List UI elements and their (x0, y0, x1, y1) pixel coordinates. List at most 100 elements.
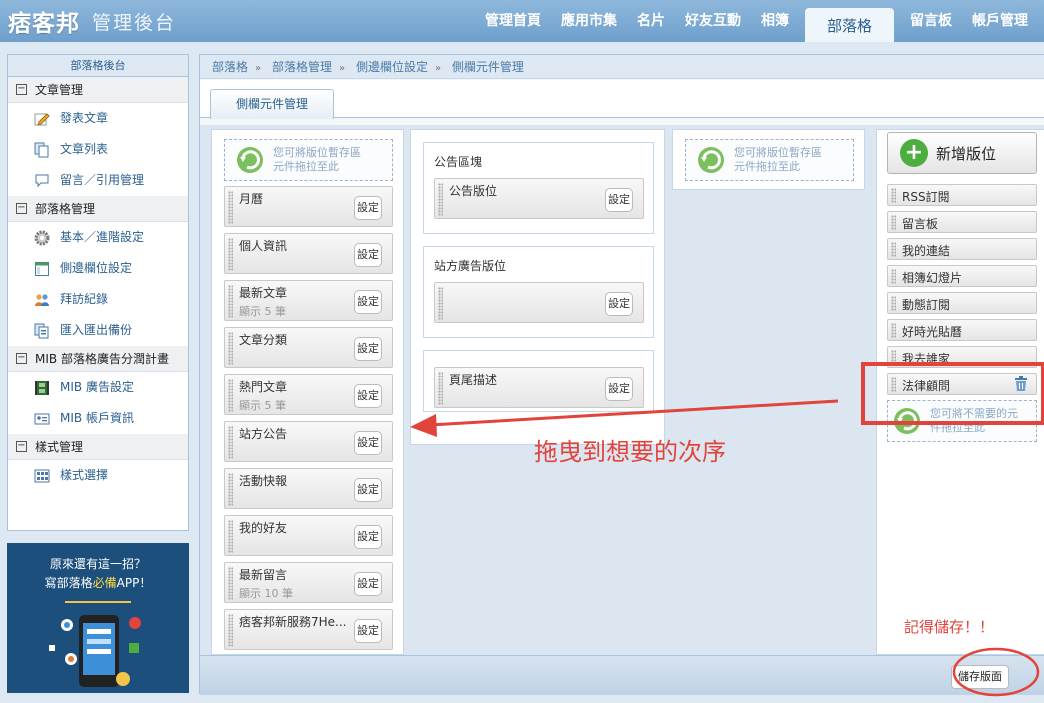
breadcrumb-blog-management[interactable]: 部落格管理 (272, 60, 332, 74)
widget-settings-button[interactable]: 設定 (605, 292, 633, 316)
breadcrumb-sidebar-settings[interactable]: 側邊欄位設定 (356, 60, 428, 74)
sidebar-section-mib[interactable]: − MIB 部落格廣告分潤計畫 (8, 346, 188, 372)
drag-handle[interactable] (228, 426, 233, 459)
widget-settings-button[interactable]: 設定 (354, 337, 382, 361)
sidebar-item-article-list[interactable]: 文章列表 (8, 134, 188, 165)
drag-handle[interactable] (891, 296, 896, 311)
available-widget-legal[interactable]: 法律顧問 (887, 373, 1037, 395)
sidebar-item-style-select[interactable]: 樣式選擇 (8, 460, 188, 491)
drag-handle[interactable] (228, 520, 233, 553)
trash-icon[interactable] (1014, 376, 1028, 392)
widget-settings-button[interactable]: 設定 (354, 290, 382, 314)
drag-handle[interactable] (228, 379, 233, 412)
sidebar-item-backup[interactable]: 匯入匯出備份 (8, 315, 188, 346)
widget-ad-slot[interactable]: 設定 (434, 282, 644, 323)
drag-handle[interactable] (891, 242, 896, 257)
logo[interactable]: 痞客邦 管理後台 (8, 5, 176, 37)
available-widget-slideshow[interactable]: 相簿幻燈片 (887, 265, 1037, 287)
widget-popular-articles[interactable]: 熱門文章 顯示 5 筆設定 (224, 374, 393, 415)
sidebar-section-style[interactable]: − 樣式管理 (8, 434, 188, 460)
phone-app-illustration (49, 601, 141, 687)
collapse-icon: − (16, 83, 27, 95)
available-widget-links[interactable]: 我的連結 (887, 238, 1037, 260)
drag-handle[interactable] (891, 269, 896, 284)
nav-album[interactable]: 相簿 (751, 0, 799, 42)
widget-settings-button[interactable]: 設定 (605, 188, 633, 212)
speech-bubble-icon (35, 174, 49, 187)
layout-icon (35, 261, 49, 276)
sidebar-item-mib-account[interactable]: MIB 帳戶資訊 (8, 403, 188, 434)
drag-handle[interactable] (228, 614, 233, 647)
drag-handle[interactable] (891, 188, 896, 203)
promo-headline: 原來還有這一招？ (49, 557, 146, 571)
sidebar-item-settings[interactable]: 基本／進階設定 (8, 222, 188, 253)
zone-announcement: 公告區塊 公告版位 設定 (423, 142, 654, 234)
nav-guestbook[interactable]: 留言板 (900, 0, 962, 42)
nav-account[interactable]: 帳戶管理 (962, 0, 1044, 42)
drag-handle[interactable] (891, 215, 896, 230)
widget-settings-button[interactable]: 設定 (354, 431, 382, 455)
app-promo-banner[interactable]: 原來還有這一招？ 寫部落格必備APP！ (7, 543, 189, 693)
save-layout-button[interactable]: 儲存版面 (951, 665, 1009, 689)
nav-card[interactable]: 名片 (627, 0, 675, 42)
nav-blog[interactable]: 部落格 (804, 8, 894, 42)
widget-announcement-slot[interactable]: 公告版位 設定 (434, 178, 644, 219)
gear-icon (34, 230, 50, 245)
available-widget-feed[interactable]: 動態訂閱 (887, 292, 1037, 314)
widget-settings-button[interactable]: 設定 (354, 196, 382, 220)
drag-handle[interactable] (438, 372, 443, 405)
plus-icon: + (900, 139, 928, 167)
drag-handle[interactable] (438, 183, 443, 216)
collapse-icon: − (16, 440, 27, 452)
sidebar-item-visit-log[interactable]: 拜訪紀錄 (8, 284, 188, 315)
drag-handle[interactable] (438, 287, 443, 320)
widget-new-service[interactable]: 痞客邦新服務7He... 設定 (224, 609, 393, 650)
widget-settings-button[interactable]: 設定 (354, 478, 382, 502)
nav-app-market[interactable]: 應用市集 (551, 0, 627, 42)
sidebar-item-comments[interactable]: 留言／引用管理 (8, 165, 188, 196)
widget-settings-button[interactable]: 設定 (354, 243, 382, 267)
widget-settings-button[interactable]: 設定 (354, 384, 382, 408)
drag-handle[interactable] (891, 377, 896, 392)
sidebar-section-articles[interactable]: − 文章管理 (8, 77, 188, 103)
widget-announcements[interactable]: 站方公告 設定 (224, 421, 393, 462)
sidebar-column-3: 您可將版位暫存區 元件拖拉至此 (672, 129, 865, 190)
drag-handle[interactable] (891, 323, 896, 338)
sidebar-item-mib-ads[interactable]: MIB 廣告設定 (8, 372, 188, 403)
widget-latest-articles[interactable]: 最新文章 顯示 5 筆設定 (224, 280, 393, 321)
drag-handle[interactable] (228, 238, 233, 271)
widget-friends[interactable]: 我的好友 設定 (224, 515, 393, 556)
staging-drop-zone[interactable]: 您可將版位暫存區 元件拖拉至此 (685, 139, 854, 181)
widget-settings-button[interactable]: 設定 (354, 525, 382, 549)
staging-drop-zone[interactable]: 您可將版位暫存區 元件拖拉至此 (224, 139, 393, 181)
widget-settings-button[interactable]: 設定 (354, 572, 382, 596)
widget-events[interactable]: 活動快報 設定 (224, 468, 393, 509)
drag-handle[interactable] (891, 350, 896, 365)
breadcrumb-blog[interactable]: 部落格 (212, 60, 248, 74)
available-widget-visited[interactable]: 我去誰家 (887, 346, 1037, 368)
widget-profile[interactable]: 個人資訊 設定 (224, 233, 393, 274)
sidebar-section-blog[interactable]: − 部落格管理 (8, 196, 188, 222)
widget-calendar[interactable]: 月曆 設定 (224, 186, 393, 227)
drag-handle[interactable] (228, 567, 233, 600)
drag-handle[interactable] (228, 285, 233, 318)
sidebar-item-sidebar-settings[interactable]: 側邊欄位設定 (8, 253, 188, 284)
add-slot-button[interactable]: + 新增版位 (887, 132, 1037, 174)
drag-handle[interactable] (228, 332, 233, 365)
widget-categories[interactable]: 文章分類 設定 (224, 327, 393, 368)
widget-latest-comments[interactable]: 最新留言 顯示 10 筆設定 (224, 562, 393, 603)
available-widget-rss[interactable]: RSS訂閱 (887, 184, 1037, 206)
widget-settings-button[interactable]: 設定 (605, 377, 633, 401)
sidebar-item-post-article[interactable]: 發表文章 (8, 103, 188, 134)
available-widget-good-times[interactable]: 好時光貼曆 (887, 319, 1037, 341)
tab-widget-management[interactable]: 側欄元件管理 (210, 89, 334, 119)
drag-handle[interactable] (228, 473, 233, 506)
widget-settings-button[interactable]: 設定 (354, 619, 382, 643)
widget-footer-description[interactable]: 頁尾描述 設定 (434, 367, 644, 408)
nav-home[interactable]: 管理首頁 (475, 0, 551, 42)
available-widget-guestbook[interactable]: 留言板 (887, 211, 1037, 233)
trash-drop-zone[interactable]: 您可將不需要的元 件拖拉至此 (887, 400, 1037, 442)
green-arrow-icon (237, 147, 263, 173)
drag-handle[interactable] (228, 191, 233, 224)
nav-friends[interactable]: 好友互動 (675, 0, 751, 42)
